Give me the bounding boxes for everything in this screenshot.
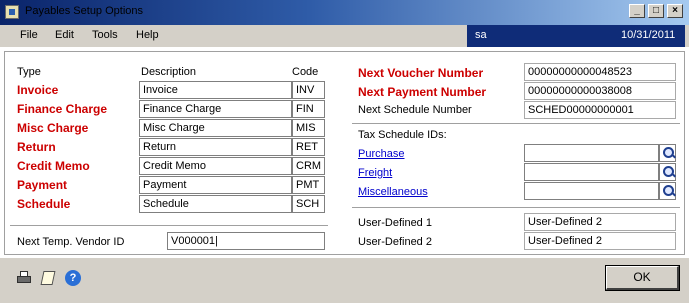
next-voucher-field[interactable]: 00000000000048523: [524, 63, 676, 81]
type-label-return: Return: [17, 140, 56, 154]
type-label-misc-charge: Misc Charge: [17, 121, 89, 135]
tax-miscellaneous-lookup-button[interactable]: [659, 182, 676, 200]
tax-purchase-lookup-button[interactable]: [659, 144, 676, 162]
menu-tools[interactable]: Tools: [92, 29, 118, 41]
tax-freight-field[interactable]: [524, 163, 659, 181]
window-title: Payables Setup Options: [25, 5, 144, 17]
type-column-header: Type: [17, 66, 41, 78]
bottom-toolbar: [0, 258, 689, 303]
next-schedule-label: Next Schedule Number: [358, 104, 472, 116]
window-app-icon: [5, 5, 19, 19]
code-field-misc-charge[interactable]: MIS: [292, 119, 325, 137]
right-separator-top: [352, 123, 680, 124]
next-temp-vendor-label: Next Temp. Vendor ID: [17, 236, 125, 248]
code-field-schedule[interactable]: SCH: [292, 195, 325, 213]
note-icon[interactable]: [40, 270, 56, 286]
menu-help[interactable]: Help: [136, 29, 159, 41]
menu-edit[interactable]: Edit: [55, 29, 74, 41]
type-label-schedule: Schedule: [17, 197, 71, 211]
tax-freight-link[interactable]: Freight: [358, 167, 392, 179]
tax-miscellaneous-link[interactable]: Miscellaneous: [358, 186, 428, 198]
user-defined-1-field[interactable]: User-Defined 2: [524, 213, 676, 231]
type-label-invoice: Invoice: [17, 83, 59, 97]
description-field-invoice[interactable]: Invoice: [139, 81, 292, 99]
description-field-misc-charge[interactable]: Misc Charge: [139, 119, 292, 137]
tax-purchase-field[interactable]: [524, 144, 659, 162]
type-label-credit-memo: Credit Memo: [17, 159, 90, 173]
help-icon[interactable]: ?: [65, 270, 81, 286]
user-defined-2-label: User-Defined 2: [358, 236, 432, 248]
menu-file[interactable]: File: [20, 29, 38, 41]
ok-button[interactable]: OK: [605, 265, 680, 291]
type-label-finance-charge: Finance Charge: [17, 102, 108, 116]
left-separator: [10, 225, 328, 226]
description-field-schedule[interactable]: Schedule: [139, 195, 292, 213]
code-field-finance-charge[interactable]: FIN: [292, 100, 325, 118]
description-field-credit-memo[interactable]: Credit Memo: [139, 157, 292, 175]
code-column-header: Code: [292, 66, 319, 78]
code-field-payment[interactable]: PMT: [292, 176, 325, 194]
tax-freight-lookup-button[interactable]: [659, 163, 676, 181]
tax-miscellaneous-field[interactable]: [524, 182, 659, 200]
maximize-button[interactable]: □: [648, 4, 664, 18]
printer-icon[interactable]: [16, 270, 32, 286]
description-column-header: Description: [141, 66, 197, 78]
description-field-finance-charge[interactable]: Finance Charge: [139, 100, 292, 118]
code-field-return[interactable]: RET: [292, 138, 325, 156]
type-label-payment: Payment: [17, 178, 68, 192]
code-field-invoice[interactable]: INV: [292, 81, 325, 99]
next-temp-vendor-field[interactable]: V000001|: [167, 232, 325, 250]
user-defined-1-label: User-Defined 1: [358, 217, 432, 229]
user-id: sa: [475, 29, 487, 41]
code-field-credit-memo[interactable]: CRM: [292, 157, 325, 175]
minimize-button[interactable]: _: [629, 4, 645, 18]
next-payment-field[interactable]: 00000000000038008: [524, 82, 676, 100]
right-separator-bottom: [352, 207, 680, 208]
tax-purchase-link[interactable]: Purchase: [358, 148, 404, 160]
next-voucher-label: Next Voucher Number: [358, 66, 484, 80]
user-date: 10/31/2011: [621, 29, 676, 41]
next-payment-label: Next Payment Number: [358, 85, 487, 99]
close-button[interactable]: ×: [667, 4, 683, 18]
description-field-payment[interactable]: Payment: [139, 176, 292, 194]
next-schedule-field[interactable]: SCHED00000000001: [524, 101, 676, 119]
description-field-return[interactable]: Return: [139, 138, 292, 156]
user-defined-2-field[interactable]: User-Defined 2: [524, 232, 676, 250]
tax-schedule-ids-label: Tax Schedule IDs:: [358, 129, 447, 141]
